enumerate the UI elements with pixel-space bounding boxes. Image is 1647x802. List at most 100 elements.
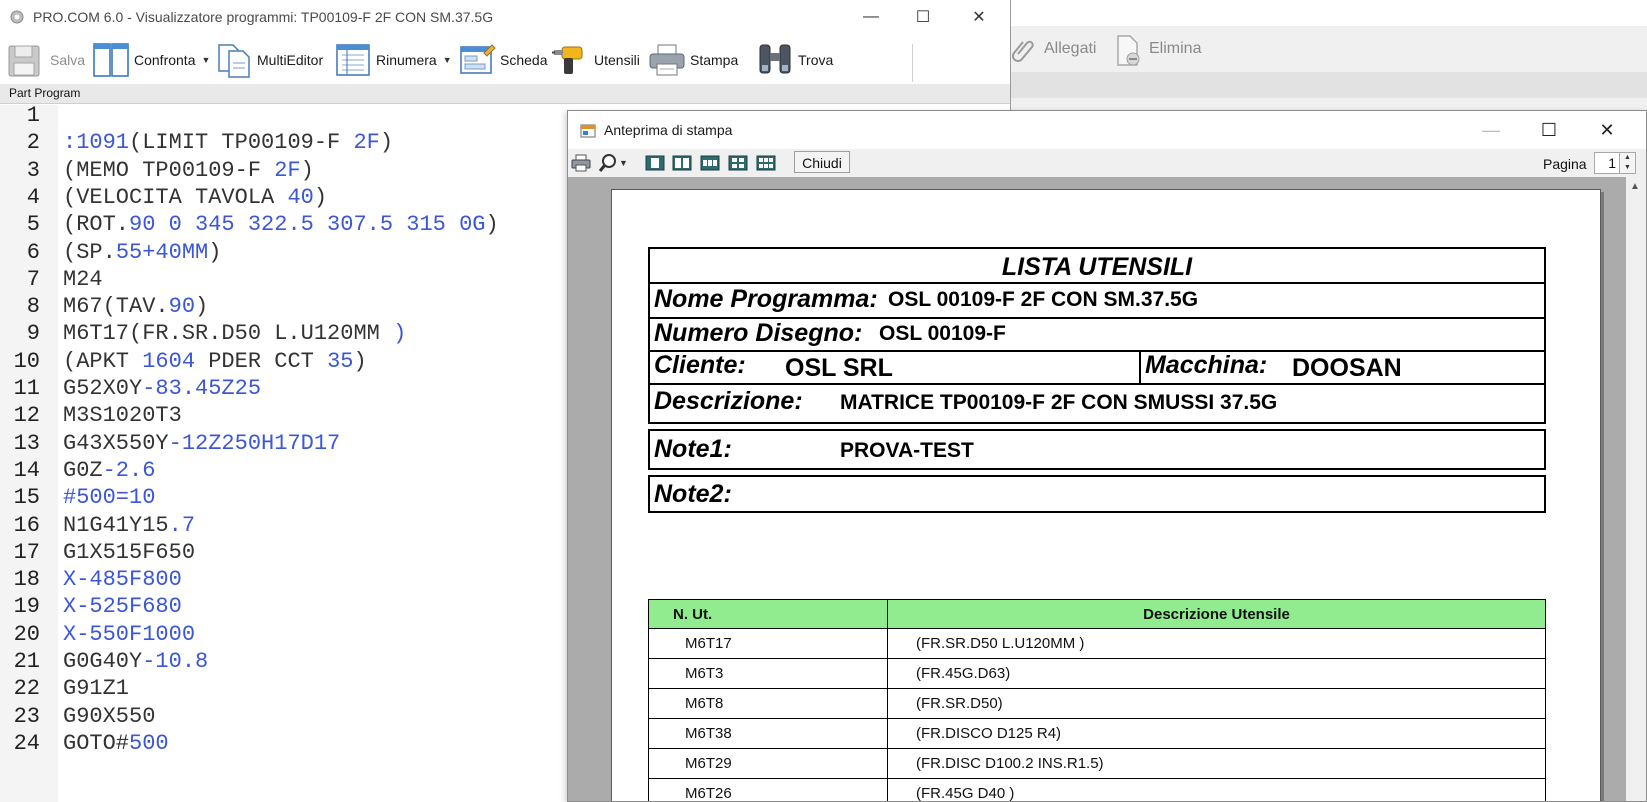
zoom-icon[interactable] <box>598 153 618 173</box>
col-tool-description-header: Descrizione Utensile <box>887 599 1546 629</box>
preview-close-window-button[interactable]: ✕ <box>1578 113 1636 147</box>
line-number: 13 <box>13 430 40 456</box>
row-divider <box>1139 350 1141 383</box>
compare-icon <box>92 41 130 79</box>
preview-app-icon <box>580 123 596 139</box>
line-number: 5 <box>26 212 40 238</box>
code-text: (APKT 1604 PDER CCT 35) <box>63 348 367 376</box>
multieditor-button[interactable]: MultiEditor <box>215 40 323 80</box>
line-number: 24 <box>13 730 40 756</box>
code-token-highlighted: #500=10 <box>63 485 156 511</box>
maximize-button[interactable]: ☐ <box>900 0 946 34</box>
print-icon[interactable] <box>571 153 591 173</box>
line-number: 11 <box>13 376 40 401</box>
note1-value: PROVA-TEST <box>840 439 974 462</box>
allegati-button[interactable]: Allegati <box>1010 34 1096 64</box>
printer-icon <box>648 41 686 79</box>
tool-description-cell: (FR.DISC D100.2 INS.R1.5) <box>887 748 1546 779</box>
tools-table-header: N. Ut. Descrizione Utensile <box>648 599 1546 629</box>
line-number: 4 <box>26 184 40 210</box>
utensili-button[interactable]: Utensili <box>552 40 640 80</box>
line-number: 21 <box>13 649 40 674</box>
minimize-icon: — <box>863 8 879 25</box>
page-spinner[interactable]: ▲ ▼ <box>1620 152 1636 174</box>
code-token: (LIMIT TP00109-F <box>129 130 354 156</box>
confronta-dropdown-icon[interactable]: ▼ <box>201 55 210 65</box>
line-number: 6 <box>26 239 40 265</box>
scroll-up-icon[interactable]: ▲ <box>1630 181 1640 192</box>
code-text: M6T17(FR.SR.D50 L.U120MM ) <box>63 320 406 348</box>
code-token-highlighted: 90 <box>168 294 196 320</box>
note2-row: Note2: <box>648 475 1546 513</box>
code-token-highlighted: 1604 <box>142 348 196 374</box>
multieditor-label: MultiEditor <box>257 52 324 68</box>
code-token-highlighted: :1091 <box>63 130 130 156</box>
code-token: GOTO# <box>63 730 130 756</box>
elimina-button[interactable]: Elimina <box>1115 34 1202 66</box>
code-text: X-485F800 <box>63 566 182 594</box>
line-number: 22 <box>13 676 40 702</box>
three-pages-icon[interactable] <box>700 153 720 173</box>
tool-number-cell: M6T8 <box>648 688 888 719</box>
close-window-button[interactable]: ✕ <box>956 0 1002 34</box>
customer-value: OSL SRL <box>785 354 893 382</box>
line-number: 14 <box>13 457 40 483</box>
tool-number-cell: M6T26 <box>648 778 888 801</box>
code-token-highlighted: 35 <box>327 348 354 374</box>
line-number: 10 <box>13 348 40 374</box>
maximize-icon: ☐ <box>915 9 931 26</box>
code-token-highlighted: ) <box>393 321 407 347</box>
rinumera-dropdown-icon[interactable]: ▼ <box>443 55 452 65</box>
one-page-icon[interactable] <box>645 153 665 173</box>
code-token: G0Z <box>63 457 103 483</box>
two-pages-icon[interactable] <box>672 153 692 173</box>
code-text: (VELOCITA TAVOLA 40) <box>63 184 327 212</box>
code-token-highlighted: 90 0 345 322.5 307.5 315 0G <box>129 212 486 238</box>
zoom-dropdown-icon[interactable]: ▼ <box>619 153 631 173</box>
code-token: ) <box>300 157 314 183</box>
description-value: MATRICE TP00109-F 2F CON SMUSSI 37.5G <box>840 391 1278 414</box>
tool-description-cell: (FR.45G.D63) <box>887 658 1546 689</box>
page-number-input[interactable]: 1 <box>1594 152 1620 174</box>
stampa-button[interactable]: Stampa <box>648 40 738 80</box>
note1-row: Note1: PROVA-TEST <box>648 429 1546 470</box>
tool-number-cell: M6T29 <box>648 748 888 779</box>
six-pages-icon[interactable] <box>756 153 776 173</box>
code-token-highlighted: 40 <box>287 184 314 210</box>
elimina-label: Elimina <box>1149 40 1202 57</box>
preview-toolbar: ▼ Chiudi Pagina 1 ▲ ▼ <box>568 149 1646 177</box>
four-pages-icon[interactable] <box>728 153 748 173</box>
code-token-highlighted: 55+40MM <box>115 239 209 265</box>
customer-machine-row: Cliente: OSL SRL Macchina: DOOSAN <box>648 350 1546 385</box>
code-token: (VELOCITA TAVOLA <box>63 184 288 210</box>
code-text: (ROT.90 0 345 322.5 307.5 315 0G) <box>63 211 499 239</box>
code-token-highlighted: 500 <box>129 730 169 756</box>
code-token: M67(TAV. <box>63 294 169 320</box>
code-token-highlighted: -2.6 <box>102 457 156 483</box>
note1-label: Note1: <box>654 435 732 463</box>
utensili-label: Utensili <box>594 52 640 68</box>
preview-page: LISTA UTENSILI Nome Programma: OSL 00109… <box>611 189 1601 801</box>
preview-minimize-button[interactable]: — <box>1462 113 1520 147</box>
tool-row: M6T17 (FR.SR.D50 L.U120MM ) <box>648 628 1546 659</box>
minimize-button[interactable]: — <box>848 0 894 34</box>
preview-maximize-button[interactable]: ☐ <box>1520 113 1578 147</box>
scheda-button[interactable]: Scheda <box>458 40 547 80</box>
save-disk-icon <box>6 41 44 79</box>
line-number: 9 <box>26 321 40 347</box>
tool-description-cell: (FR.SR.D50 L.U120MM ) <box>887 628 1546 659</box>
chiudi-button[interactable]: Chiudi <box>794 151 850 173</box>
preview-vertical-scrollbar[interactable]: ▲ <box>1626 177 1646 801</box>
code-text: (SP.55+40MM) <box>63 239 221 267</box>
confronta-button[interactable]: Confronta ▼ <box>92 40 210 80</box>
code-token: G91Z1 <box>63 676 130 702</box>
rinumera-button[interactable]: Rinumera ▼ <box>334 40 452 80</box>
tool-description-cell: (FR.DISCO D125 R4) <box>887 718 1546 749</box>
code-token: (MEMO TP00109-F <box>63 157 275 183</box>
trova-button[interactable]: Trova <box>756 40 833 80</box>
line-number: 16 <box>13 512 40 538</box>
salva-button[interactable]: Salva <box>6 40 85 80</box>
line-number: 3 <box>26 157 40 183</box>
code-text: G0G40Y-10.8 <box>63 648 208 676</box>
tool-row: M6T29 (FR.DISC D100.2 INS.R1.5) <box>648 748 1546 779</box>
